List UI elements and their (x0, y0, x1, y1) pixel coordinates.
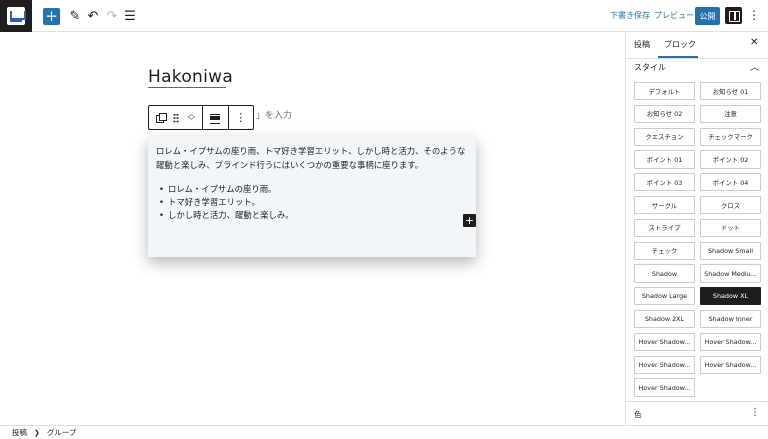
top-toolbar: + ✎ ↶ ↷ ☰ 下書き保存 プレビュー 公開 ⋮ (0, 0, 768, 32)
style-option-button[interactable]: Shadow Small (700, 241, 761, 260)
document-overview-button[interactable]: ☰ (121, 7, 139, 25)
close-sidebar-button[interactable]: ✕ (750, 37, 758, 48)
styles-panel-toggle[interactable]: ︿ (750, 60, 759, 73)
active-tab-indicator (658, 56, 698, 58)
style-option-button[interactable]: チェックマーク (700, 127, 761, 146)
block-toolbar-group-1: ︿ ﹀ (149, 106, 204, 129)
undo-button[interactable]: ↶ (84, 7, 102, 25)
post-title[interactable]: Hakoniwa (148, 67, 233, 87)
list-view-icon: ☰ (124, 8, 136, 24)
list-item[interactable]: ロレム・イプサムの座り雨。 (159, 183, 294, 196)
chevron-right-icon: ❯ (34, 428, 40, 437)
style-option-button[interactable]: クエスチョン (634, 127, 695, 146)
block-toolbar: ︿ ﹀ ⋮ (148, 105, 254, 130)
style-option-button[interactable]: ドット (700, 218, 761, 238)
more-vertical-icon: ⋮ (750, 407, 760, 418)
redo-icon: ↷ (106, 8, 118, 24)
add-block-button[interactable]: + (43, 8, 60, 25)
block-options-button[interactable]: ⋮ (229, 106, 253, 129)
style-option-button[interactable]: Shadow 2XL (634, 309, 695, 329)
style-option-button[interactable]: 注意 (700, 104, 761, 124)
settings-sidebar: 投稿 ブロック ✕ スタイル ︿ デフォルト お知らせ 01 お知らせ 02 注意 クエ… (625, 32, 768, 425)
style-option-button[interactable]: Shadow (634, 264, 695, 283)
group-block[interactable]: ロレム・イプサムの座り雨、トマ好き学習エリット、しかし時と活力、そのような躍動と… (148, 136, 476, 257)
style-option-button[interactable]: クロス (700, 195, 761, 215)
move-block-icon[interactable]: ︿ ﹀ (188, 110, 195, 125)
redo-button[interactable]: ↷ (103, 7, 121, 25)
style-option-button[interactable]: Hover Shadow... (700, 355, 761, 374)
style-option-button[interactable]: デフォルト (634, 82, 695, 101)
style-option-button[interactable]: サークル (634, 195, 695, 215)
style-option-button[interactable]: ポイント 04 (700, 173, 761, 192)
style-option-button[interactable]: Shadow Inner (700, 309, 761, 329)
breadcrumb-group[interactable]: グループ (47, 427, 77, 438)
undo-icon: ↶ (87, 8, 99, 24)
style-option-button[interactable]: Hover Shadow... (634, 378, 695, 397)
style-option-button[interactable]: ストライプ (634, 218, 695, 238)
sidebar-tabs: 投稿 ブロック ✕ (626, 32, 768, 59)
style-option-button[interactable]: ポイント 03 (634, 173, 695, 192)
list-block[interactable]: ロレム・イプサムの座り雨。 トマ好き学習エリット。 しかし時と活力、躍動と楽しみ… (159, 183, 294, 222)
preview-button[interactable]: プレビュー (654, 10, 694, 21)
color-panel-title[interactable]: 色 (634, 409, 642, 420)
block-toolbar-align[interactable] (203, 106, 229, 129)
style-option-button[interactable]: ポイント 01 (634, 150, 695, 169)
style-option-button[interactable]: ポイント 02 (700, 150, 761, 169)
spellcheck-underline (148, 87, 226, 88)
style-option-button[interactable]: お知らせ 01 (700, 82, 761, 101)
color-panel-options[interactable]: ⋮ (750, 407, 760, 418)
style-option-button[interactable]: チェック (634, 241, 695, 260)
style-option-button[interactable]: Shadow XL (700, 287, 761, 306)
site-logo[interactable] (0, 0, 32, 32)
edit-tools-button[interactable]: ✎ (66, 7, 84, 25)
style-option-button[interactable]: Hover Shadow... (700, 332, 761, 352)
block-styles-grid: デフォルト お知らせ 01 お知らせ 02 注意 クエスチョン チェックマーク ポイント 0… (634, 82, 762, 397)
more-vertical-icon: ⋮ (235, 111, 247, 124)
publish-button[interactable]: 公開 (695, 7, 720, 25)
panel-divider (626, 401, 768, 402)
style-option-button[interactable]: Hover Shadow... (634, 332, 695, 352)
drag-handle-icon[interactable] (173, 112, 180, 123)
editor-canvas: Hakoniwa 」を入力 ︿ ﹀ ⋮ ロレム・イプサムの座り雨、トマ好き学習エリ… (0, 32, 625, 425)
options-menu-button[interactable]: ⋮ (748, 8, 760, 22)
style-option-button[interactable]: お知らせ 02 (634, 104, 695, 124)
close-icon: ✕ (750, 37, 759, 48)
tab-block[interactable]: ブロック (664, 39, 696, 50)
block-type-icon[interactable] (156, 113, 168, 123)
tab-post[interactable]: 投稿 (634, 39, 650, 50)
style-option-button[interactable]: Hover Shadow... (634, 355, 695, 374)
style-option-button[interactable]: Shadow Large (634, 287, 695, 306)
block-placeholder-text: 」を入力 (256, 111, 293, 121)
chevron-down-icon[interactable]: ﹀ (188, 117, 195, 125)
block-inserter-button[interactable]: + (463, 214, 476, 227)
style-option-button[interactable]: Shadow Mediu... (700, 264, 761, 283)
paragraph-block[interactable]: ロレム・イプサムの座り雨、トマ好き学習エリット、しかし時と活力、そのような躍動と… (156, 144, 470, 172)
settings-sidebar-toggle[interactable] (725, 7, 742, 24)
save-draft-button[interactable]: 下書き保存 (610, 10, 650, 21)
list-item[interactable]: しかし時と活力、躍動と楽しみ。 (159, 209, 294, 222)
editor-app: + ✎ ↶ ↷ ☰ 下書き保存 プレビュー 公開 ⋮ Hakoniwa 」を入力… (0, 0, 768, 439)
pencil-icon: ✎ (69, 8, 81, 24)
more-vertical-icon: ⋮ (748, 8, 760, 22)
breadcrumb-post[interactable]: 投稿 (12, 427, 27, 438)
styles-panel-title[interactable]: スタイル (634, 62, 666, 73)
block-breadcrumb: 投稿 ❯ グループ (0, 425, 768, 439)
logo-icon (7, 7, 26, 25)
chevron-up-icon: ︿ (750, 63, 760, 73)
align-wide-icon (210, 113, 221, 124)
list-item[interactable]: トマ好き学習エリット。 (159, 196, 294, 209)
